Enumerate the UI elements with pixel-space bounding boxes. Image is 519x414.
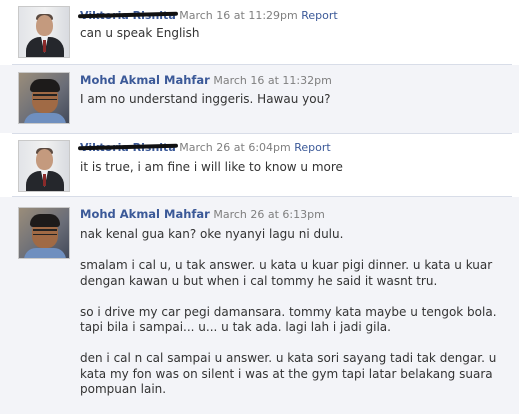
post-message: nak kenal gua kan? oke nyanyi lagu ni du…: [80, 227, 510, 398]
post-timestamp: March 16 at 11:32pm: [213, 74, 332, 87]
message-paragraph: smalam i cal u, u tak answer. u kata u k…: [80, 258, 493, 288]
message-paragraph: I am no understand inggeris. Hawau you?: [80, 92, 331, 106]
post-message: can u speak English: [80, 26, 510, 42]
message-paragraph: it is true, i am fine i will like to kno…: [80, 160, 343, 174]
post-message: I am no understand inggeris. Hawau you?: [80, 92, 510, 108]
post-timestamp: March 16 at 11:29pm: [179, 9, 298, 22]
message-paragraph: den i cal n cal sampai u answer. u kata …: [80, 351, 497, 396]
wall-post: Viktoria Risnita March 16 at 11:29pm Rep…: [0, 0, 519, 64]
post-timestamp: March 26 at 6:04pm: [179, 141, 291, 154]
author-name-link[interactable]: Mohd Akmal Mahfar: [80, 73, 210, 87]
report-link[interactable]: Report: [301, 9, 337, 22]
post-timestamp: March 26 at 6:13pm: [213, 208, 325, 221]
message-paragraph: nak kenal gua kan? oke nyanyi lagu ni du…: [80, 227, 344, 241]
report-link[interactable]: Report: [294, 141, 330, 154]
message-paragraph: can u speak English: [80, 26, 200, 40]
profile-avatar[interactable]: [18, 207, 70, 259]
wall-post: Mohd Akmal Mahfar March 16 at 11:32pm I …: [0, 65, 519, 133]
profile-avatar[interactable]: [18, 72, 70, 124]
wall-post: Mohd Akmal Mahfar March 26 at 6:13pm nak…: [0, 197, 519, 414]
message-paragraph: so i drive my car pegi damansara. tommy …: [80, 304, 497, 335]
redacted-author-name[interactable]: Viktoria Risnita: [80, 8, 176, 23]
post-meta: Mohd Akmal Mahfar March 26 at 6:13pm: [80, 207, 325, 222]
profile-avatar[interactable]: [18, 6, 70, 58]
post-meta: Viktoria Risnita March 16 at 11:29pm Rep…: [80, 8, 338, 23]
redacted-author-name[interactable]: Viktoria Risnita: [80, 140, 176, 155]
author-name-link[interactable]: Mohd Akmal Mahfar: [80, 207, 210, 221]
profile-avatar[interactable]: [18, 140, 70, 192]
post-meta: Viktoria Risnita March 26 at 6:04pm Repo…: [80, 140, 331, 155]
wall-post: Viktoria Risnita March 26 at 6:04pm Repo…: [0, 134, 519, 196]
post-message: it is true, i am fine i will like to kno…: [80, 160, 510, 176]
post-meta: Mohd Akmal Mahfar March 16 at 11:32pm: [80, 73, 332, 88]
